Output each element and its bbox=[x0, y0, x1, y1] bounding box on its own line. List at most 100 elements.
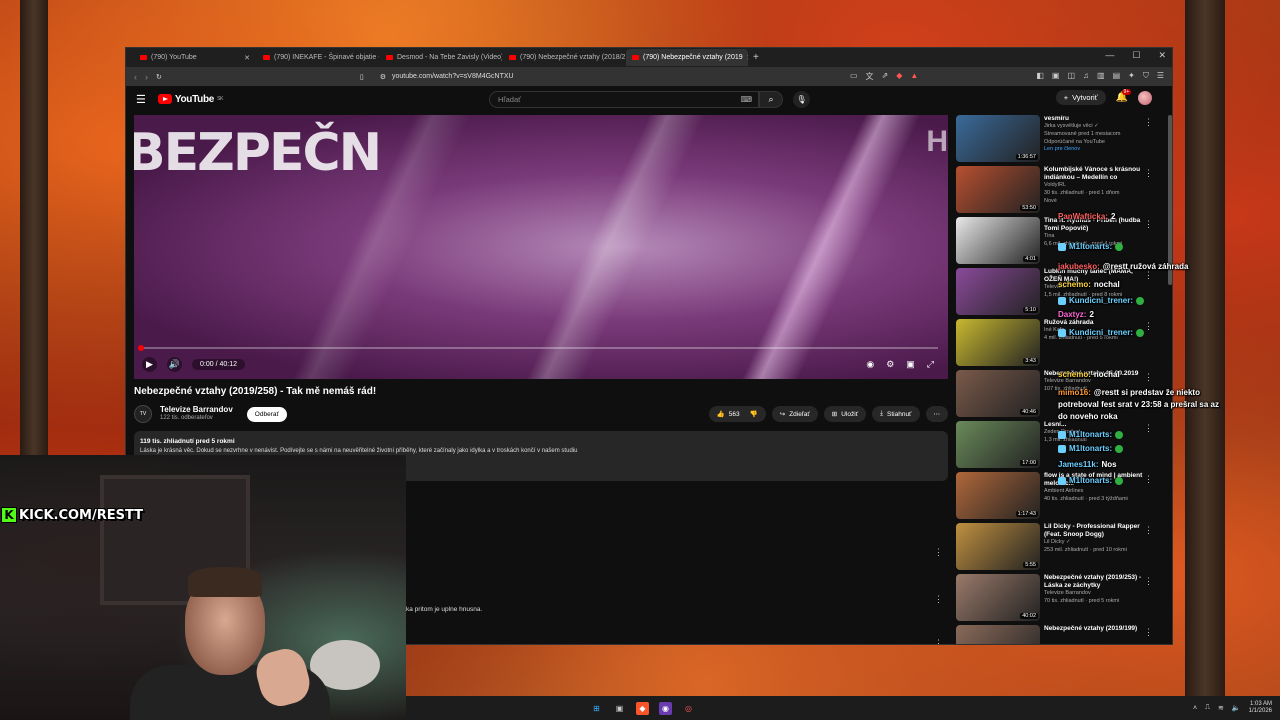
wifi-icon[interactable]: ≋ bbox=[1218, 704, 1224, 712]
search-button[interactable]: ⌕ bbox=[759, 91, 783, 108]
more-options-icon[interactable]: ⋮ bbox=[1144, 168, 1153, 179]
video-thumbnail[interactable]: 40:46 bbox=[956, 370, 1040, 417]
volume-button[interactable]: 🔊 bbox=[167, 356, 182, 372]
notifications-button[interactable]: 🔔 9+ bbox=[1116, 89, 1132, 103]
minimize-button[interactable]: — bbox=[1105, 50, 1114, 61]
more-options-icon[interactable]: ⋮ bbox=[1144, 423, 1153, 434]
video-channel[interactable]: Lil Dicky ✓ bbox=[1044, 539, 1144, 547]
save-button[interactable]: ⊞ Uložiť bbox=[823, 406, 867, 422]
video-thumbnail[interactable] bbox=[956, 625, 1040, 644]
video-thumbnail[interactable]: 5:55 bbox=[956, 523, 1040, 570]
miniplayer-icon[interactable]: ▣ bbox=[906, 359, 915, 370]
more-options-icon[interactable]: ⋮ bbox=[1144, 525, 1153, 536]
subscribe-button[interactable]: Odberať bbox=[246, 406, 287, 422]
more-options-icon[interactable]: ⋮ bbox=[1144, 117, 1153, 128]
comment-menu-icon[interactable]: ⋮ bbox=[934, 547, 943, 558]
browser-tab[interactable]: Desmod - Na Tebe Zavisly (Video) - Y✕ bbox=[380, 49, 502, 66]
more-options-icon[interactable]: ⋮ bbox=[1144, 576, 1153, 587]
sidebar-icon[interactable]: ▥ bbox=[1097, 71, 1105, 82]
search-input[interactable]: Hľadať ⌨ bbox=[489, 91, 759, 108]
video-title[interactable]: Kolumbijské Vánoce s krásnou indiánkou –… bbox=[1044, 166, 1144, 182]
video-channel[interactable]: Televize Barrandov bbox=[1044, 590, 1144, 598]
create-button[interactable]: + Vytvoriť bbox=[1055, 90, 1106, 105]
translate-icon[interactable]: 文 bbox=[866, 71, 874, 82]
video-thumbnail[interactable]: 5:10 bbox=[956, 268, 1040, 315]
more-actions-button[interactable]: ⋯ bbox=[925, 406, 948, 422]
new-tab-button[interactable]: + bbox=[753, 52, 759, 63]
avatar[interactable] bbox=[1138, 90, 1152, 105]
video-thumbnail[interactable]: 4:01 bbox=[956, 217, 1040, 264]
video-title[interactable]: Nebezpečné vztahy (2019/253) - Láska ze … bbox=[1044, 574, 1144, 590]
obs-icon[interactable]: ◉ bbox=[659, 701, 672, 715]
browser-tab[interactable]: (790) Nebezpečné vztahy (2018/237✕ bbox=[503, 49, 625, 66]
autoplay-toggle-icon[interactable]: ◉ bbox=[866, 359, 874, 370]
voice-search-button[interactable]: 🎙 bbox=[793, 91, 810, 108]
tray-chevron-icon[interactable]: ˄ bbox=[1193, 705, 1197, 712]
browser-tab[interactable]: (790) INEKAFE - Špinavé objatie - Yo✕ bbox=[257, 49, 379, 66]
thumbs-down-icon[interactable]: 👎 bbox=[750, 410, 758, 418]
video-thumbnail[interactable]: 1:17:43 bbox=[956, 472, 1040, 519]
channel-avatar[interactable]: TV bbox=[134, 405, 152, 423]
extension-icon[interactable]: ◧ bbox=[1036, 71, 1044, 82]
taskbar-clock[interactable]: 1:03 AM 1/1/2026 bbox=[1249, 701, 1272, 715]
keyboard-icon[interactable]: ⌨ bbox=[740, 95, 752, 104]
more-options-icon[interactable]: ⋮ bbox=[1144, 474, 1153, 485]
more-options-icon[interactable]: ⋮ bbox=[1144, 270, 1153, 281]
channel-name[interactable]: Televize Barrandov bbox=[160, 405, 233, 415]
video-channel[interactable]: Televize Barrandov bbox=[1044, 378, 1144, 386]
recommended-video[interactable]: 5:55 Lil Dicky - Professional Rapper (Fea… bbox=[956, 523, 1161, 574]
task-view-icon[interactable]: ▣ bbox=[613, 702, 626, 715]
video-thumbnail[interactable]: 53:50 bbox=[956, 166, 1040, 213]
vpn-icon[interactable]: ⛉ bbox=[1143, 71, 1149, 82]
share-button[interactable]: ↪ Zdieľať bbox=[771, 406, 818, 422]
playlist-icon[interactable]: ♫ bbox=[1083, 71, 1089, 82]
hamburger-menu-icon[interactable]: ☰ bbox=[136, 93, 146, 106]
browser-tab[interactable]: (790) YouTube ✕ bbox=[134, 49, 256, 66]
recommended-video[interactable]: 40:02 Nebezpečné vztahy (2019/253) - Lásk… bbox=[956, 574, 1161, 625]
video-thumbnail[interactable]: 1:36:57 bbox=[956, 115, 1040, 162]
close-tab-icon[interactable]: ✕ bbox=[747, 54, 748, 62]
network-icon[interactable]: ⎍ bbox=[1205, 704, 1210, 712]
recommended-video[interactable]: 1:36:57 vesmíru Jirka vysvětluje věci ✓ Str… bbox=[956, 115, 1161, 166]
more-options-icon[interactable]: ⋮ bbox=[1144, 372, 1153, 383]
video-thumbnail[interactable]: 17:00 bbox=[956, 421, 1040, 468]
comment-menu-icon[interactable]: ⋮ bbox=[934, 594, 943, 605]
video-title[interactable]: Ružová záhrada bbox=[1044, 319, 1144, 327]
more-options-icon[interactable]: ⋮ bbox=[1144, 219, 1153, 230]
browser-tab[interactable]: (790) Nebezpečné vztahy (2019 ✕ bbox=[626, 49, 748, 66]
video-title[interactable]: Lil Dicky - Professional Rapper (Feat. S… bbox=[1044, 523, 1144, 539]
fullscreen-icon[interactable]: ⤢ bbox=[927, 359, 934, 370]
video-channel[interactable]: VoldyIRL bbox=[1044, 182, 1144, 190]
forward-icon[interactable]: › bbox=[145, 72, 148, 82]
like-button[interactable]: 👍 563 👎 bbox=[708, 406, 766, 422]
close-window-button[interactable]: ✕ bbox=[1158, 50, 1166, 61]
maximize-button[interactable]: ☐ bbox=[1132, 50, 1140, 61]
progress-scrubber[interactable] bbox=[138, 345, 144, 351]
recommended-video[interactable]: Nebezpečné vztahy (2019/199) ⋮ bbox=[956, 625, 1161, 644]
youtube-logo[interactable]: YouTube SK bbox=[157, 94, 223, 105]
windows-start-icon[interactable]: ⊞ bbox=[590, 702, 603, 715]
video-thumbnail[interactable]: 40:02 bbox=[956, 574, 1040, 621]
share-icon[interactable]: ⇗ bbox=[882, 71, 889, 82]
cast-icon[interactable]: ▭ bbox=[850, 71, 858, 82]
menu-icon[interactable]: ☰ bbox=[1157, 71, 1164, 82]
url-text[interactable]: youtube.com/watch?v=sV8M4GcNTXU bbox=[392, 73, 514, 80]
url-field[interactable]: ⚙ youtube.com/watch?v=sV8M4GcNTXU bbox=[380, 73, 514, 81]
recommended-video[interactable]: 53:50 Kolumbijské Vánoce s krásnou indián… bbox=[956, 166, 1161, 217]
progress-bar[interactable] bbox=[138, 345, 938, 351]
video-channel[interactable]: Ambient Airlines bbox=[1044, 488, 1144, 496]
more-options-icon[interactable]: ⋮ bbox=[1144, 627, 1153, 638]
video-channel[interactable]: Jirka vysvětluje věci ✓ bbox=[1044, 123, 1144, 131]
extension-icon[interactable]: ▣ bbox=[1052, 71, 1060, 82]
speaker-icon[interactable]: 🔈 bbox=[1232, 704, 1241, 712]
download-button[interactable]: ⤓ Stiahnuť bbox=[872, 406, 920, 422]
bookmark-icon[interactable]: ▯ bbox=[360, 73, 364, 81]
comment-menu-icon[interactable]: ⋮ bbox=[934, 638, 943, 644]
video-title[interactable]: Lesní... bbox=[1044, 421, 1144, 429]
settings-icon[interactable]: ⚙ bbox=[886, 359, 894, 370]
close-tab-icon[interactable]: ✕ bbox=[244, 54, 250, 62]
brave-browser-icon[interactable]: ◆ bbox=[636, 701, 649, 715]
site-info-icon[interactable]: ⚙ bbox=[380, 73, 386, 81]
video-player[interactable]: BEZPEČN H ▶ 🔊 0:00 / 40:12 ◉ ⚙ ▣ ⤢ bbox=[134, 115, 948, 379]
more-options-icon[interactable]: ⋮ bbox=[1144, 321, 1153, 332]
